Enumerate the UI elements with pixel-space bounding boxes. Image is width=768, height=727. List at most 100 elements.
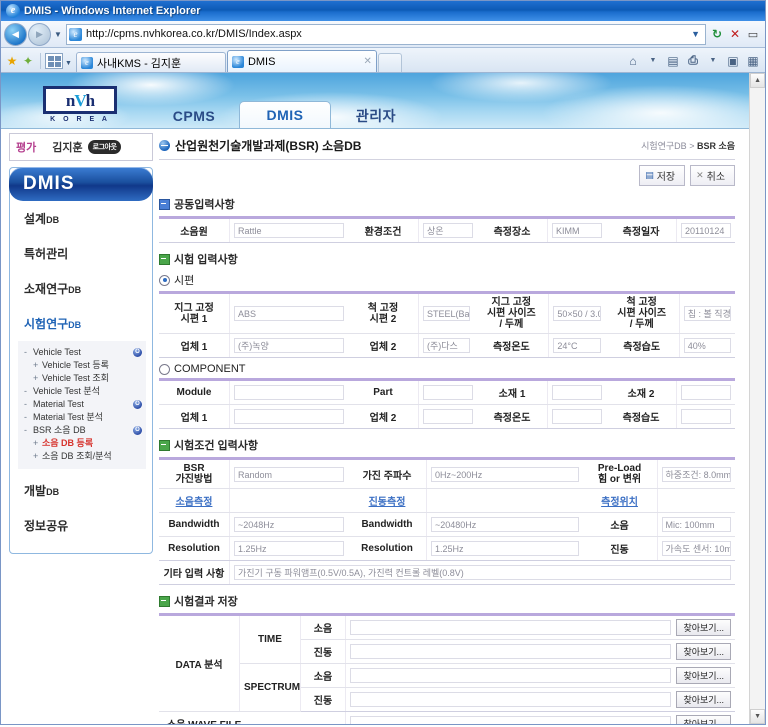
cancel-button[interactable]: ✕ 취소 [690,165,736,186]
subtree-item-material-test[interactable]: - Material Test O [24,398,142,411]
chuck-size-input[interactable]: 칩 : 볼 직경 2mm [683,306,732,321]
print-dropdown[interactable]: ▼ [704,51,722,70]
scroll-down-button[interactable]: ▼ [750,709,765,724]
temperature-input[interactable]: 24°C [553,338,601,353]
sidebar-item-development-db[interactable]: 개발DB [10,473,152,508]
favorites-center-button[interactable]: ★ [4,50,20,72]
group-label-measure-position[interactable]: 측정위치 [582,488,658,513]
noise-resolution-input[interactable]: 1.25Hz [234,541,344,556]
jig-size-input[interactable]: 50×50 / 3.0t [553,306,601,321]
browser-tab-kms[interactable]: e 사내KMS - 김지훈 [75,52,226,72]
material2-input[interactable] [681,385,732,400]
stop-button[interactable]: ✕ [726,25,744,44]
browse-button[interactable]: 찾아보기... [676,691,732,708]
url-dropdown-icon[interactable]: ▼ [688,29,703,39]
position-vibration-input[interactable]: 가속도 센서: 10mm [661,541,732,556]
subtree-item-vehicle-test-analysis[interactable]: - Vehicle Test 분석 [24,385,142,398]
wave-file-input[interactable] [350,716,672,724]
radio-specimen[interactable]: 시편 [159,272,735,288]
location-input[interactable]: KIMM [552,223,603,238]
sidebar-item-info-sharing[interactable]: 정보공유 [10,508,152,543]
vib-resolution-input[interactable]: 1.25Hz [431,541,579,556]
subtree-item-material-test-analysis[interactable]: - Material Test 분석 [24,411,142,424]
comp-temperature-input[interactable] [552,409,603,424]
subtree-item-noise-db-register[interactable]: + 소음 DB 등록 [24,437,142,450]
tab-list-dropdown[interactable]: ▼ [65,60,72,67]
home-button[interactable]: ⌂ [624,51,642,70]
tab-cpms[interactable]: CPMS [149,103,239,129]
back-button[interactable]: ◀ [4,22,27,46]
time-noise-file-input[interactable] [350,620,672,635]
date-input[interactable]: 20110124 [681,223,732,238]
search-box[interactable]: ▭ [744,25,762,44]
subtree-item-vehicle-test-search[interactable]: + Vehicle Test 조회 [24,372,142,385]
module-input[interactable] [234,385,344,400]
browse-button[interactable]: 찾아보기... [676,715,732,724]
subtree-item-noise-db-search[interactable]: + 소음 DB 조회/분석 [24,450,142,463]
group-label-noise-measure[interactable]: 소음측정 [159,488,230,513]
forward-button[interactable]: ▶ [28,22,51,46]
time-vibration-file-input[interactable] [350,644,672,659]
page-menu-button[interactable]: ▣ [724,51,742,70]
noise-bandwidth-input[interactable]: ~2048Hz [234,517,344,532]
noise-source-input[interactable]: Rattle [234,223,344,238]
etc-input[interactable]: 가진기 구동 파워앰프(0.5V/0.5A), 가진력 컨트롤 레벨(0.8V) [234,565,732,580]
vib-bandwidth-input[interactable]: ~20480Hz [431,517,579,532]
file-row: 찾아보기... [350,691,732,708]
vertical-scrollbar[interactable]: ▲ ▼ [749,73,765,724]
home-dropdown[interactable]: ▼ [644,51,662,70]
tab-dmis[interactable]: DMIS [239,101,331,129]
chuck-specimen2-input[interactable]: STEEL(Ball) [423,306,471,321]
refresh-button[interactable]: ↻ [708,25,726,44]
subtree-item-vehicle-test-register[interactable]: + Vehicle Test 등록 [24,359,142,372]
comp-humidity-input[interactable] [681,409,732,424]
save-button[interactable]: ▤ 저장 [639,165,686,186]
command-bar: ⌂ ▼ ▤ ⎙ ▼ ▣ ▦ [624,51,762,72]
browser-tab-dmis[interactable]: e DMIS ✕ [226,50,377,72]
quick-tabs-button[interactable] [45,53,63,69]
field-label-time-noise: 소음 [300,614,346,640]
radio-component[interactable]: COMPONENT [159,363,735,375]
group-label-vibration-measure[interactable]: 진동측정 [348,488,427,513]
sidebar-item-patent[interactable]: 특허관리 [10,236,152,271]
add-to-favorites-button[interactable]: ✦ [20,50,36,72]
field-label-vib-bandwidth: Bandwidth [348,512,427,537]
spectrum-noise-file-input[interactable] [350,668,672,683]
material1-input[interactable] [552,385,603,400]
sidebar-item-design-db[interactable]: 설계DB [10,201,152,236]
subtree-item-bsr-noise-db[interactable]: - BSR 소음 DB O [24,424,142,437]
feeds-button[interactable]: ▤ [664,51,682,70]
tab-admin[interactable]: 관리자 [331,103,421,129]
company2-input[interactable]: (주)다스 [423,338,471,353]
close-tab-icon[interactable]: ✕ [358,56,372,67]
sidebar-item-test-research-db[interactable]: 시험연구DB [10,306,152,341]
part-input[interactable] [423,385,474,400]
browse-button[interactable]: 찾아보기... [676,619,732,636]
scroll-up-button[interactable]: ▲ [750,73,765,88]
comp-company1-input[interactable] [234,409,344,424]
minus-circle-icon[interactable] [159,140,170,151]
new-tab-button[interactable] [377,53,402,72]
bsr-method-input[interactable]: Random [234,466,344,482]
browse-button[interactable]: 찾아보기... [676,643,732,660]
tools-menu-button[interactable]: ▦ [744,51,762,70]
spectrum-vibration-file-input[interactable] [350,692,672,707]
print-button[interactable]: ⎙ [684,51,702,70]
humidity-input[interactable]: 40% [683,338,732,353]
jig-specimen1-input[interactable]: ABS [234,306,344,321]
environment-input[interactable]: 상온 [423,223,474,238]
sidebar-item-material-db[interactable]: 소재연구DB [10,271,152,306]
comp-company2-input[interactable] [423,409,474,424]
logout-button[interactable]: 로그아웃 [87,140,122,154]
url-input[interactable]: e http://cpms.nvhkorea.co.kr/DMIS/Index.… [66,23,706,45]
subtree-item-vehicle-test[interactable]: - Vehicle Test O [24,346,142,359]
browse-button[interactable]: 찾아보기... [676,667,732,684]
frequency-input[interactable]: 0Hz~200Hz [431,466,579,482]
preload-input[interactable]: 하중조건: 8.0mm [661,466,732,482]
nvh-korea-logo[interactable]: nVh K O R E A [43,86,117,123]
scrollbar-track[interactable] [750,88,765,709]
common-input-table: 소음원 Rattle 환경조건 상온 측정장소 KIMM 측정일자 201101… [159,216,736,243]
position-noise-input[interactable]: Mic: 100mm [661,517,732,532]
company1-input[interactable]: (주)녹양 [234,338,344,353]
recent-pages-dropdown[interactable]: ▼ [52,30,64,39]
